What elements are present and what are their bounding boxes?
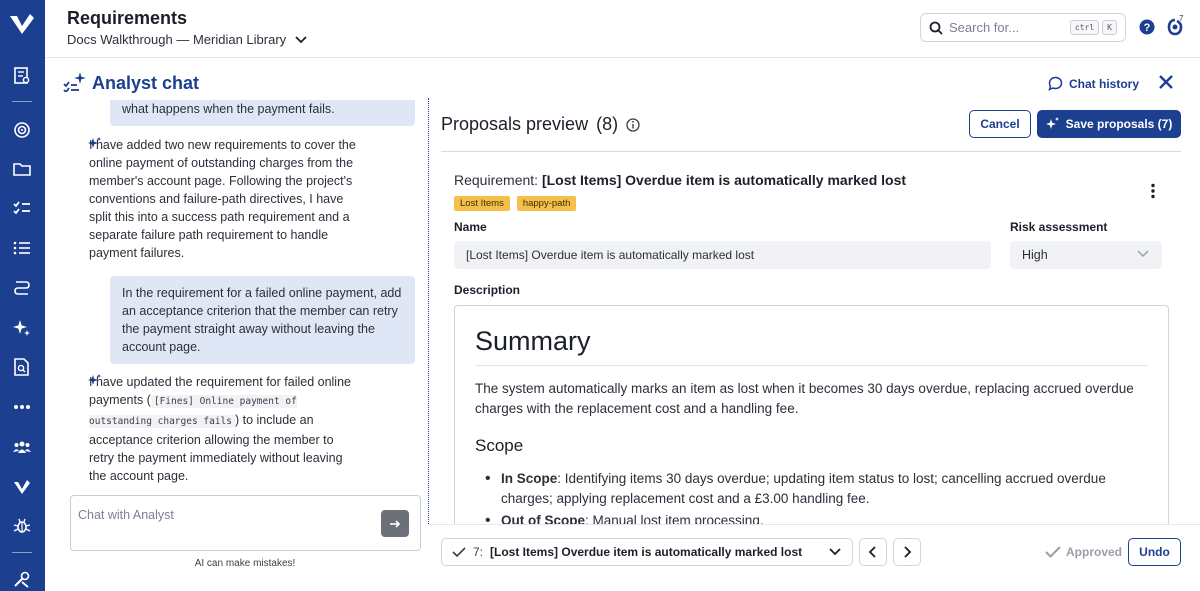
folder-icon[interactable] [12,159,32,179]
tag: Lost Items [454,196,510,211]
description-editor[interactable]: Summary The system automatically marks a… [454,305,1169,535]
next-button[interactable] [893,538,921,566]
rail-divider [12,552,32,553]
assistant-message: I have added two new requirements to cov… [89,136,357,262]
arrow-right-icon [390,519,401,528]
chat-input[interactable]: Chat with Analyst [70,495,421,551]
brand-icon[interactable] [12,477,32,497]
analyst-sparkle-icon [63,72,87,97]
bug-icon[interactable] [12,516,32,536]
document-search-icon[interactable] [12,357,32,377]
proposals-count: (8) [596,114,619,134]
chevron-right-icon [904,546,912,558]
help-icon[interactable]: ? [1139,19,1155,40]
header-divider [441,151,1181,152]
user-message-text: what happens when the payment fails. [122,102,335,116]
app-logo-icon[interactable] [8,12,36,36]
notifications-icon[interactable]: 7 [1167,14,1183,41]
analyst-title: Analyst chat [92,73,200,93]
assistant-message: I have updated the requirement for faile… [89,373,357,485]
project-name: Docs Walkthrough — Meridian Library [67,32,287,47]
search-placeholder: Search for... [949,20,1020,35]
approved-label: Approved [1066,545,1123,559]
target-icon[interactable] [12,120,32,140]
send-button[interactable] [381,510,409,537]
flow-icon[interactable] [12,278,32,298]
project-selector[interactable]: Docs Walkthrough — Meridian Library [67,32,308,47]
cancel-button[interactable]: Cancel [969,110,1031,138]
search-box[interactable]: Search for... ctrl K [920,13,1126,42]
chevron-left-icon [868,546,876,558]
description-rule [475,365,1148,366]
user-message: In the requirement for a failed online p… [110,276,415,364]
description-heading: Summary [475,326,591,356]
chevron-down-icon [1137,250,1149,258]
panel-divider [428,98,429,578]
save-proposals-button[interactable]: Save proposals (7) [1037,110,1181,138]
page-title: Requirements [67,8,188,28]
chat-bubble-icon [1048,76,1063,91]
svg-text:?: ? [1144,22,1151,34]
team-icon[interactable] [12,437,32,457]
notification-count: 7 [1179,14,1184,23]
proposal-selector[interactable]: 7: [Lost Items] Overdue item is automati… [441,538,853,566]
scope-item-text: : Identifying items 30 days overdue; upd… [501,471,1106,506]
checklist-icon[interactable] [12,198,32,218]
sparkle-icon [1045,117,1059,129]
risk-value: High [1022,248,1048,262]
more-options-icon[interactable] [1150,183,1156,204]
proposal-navigation: 7: [Lost Items] Overdue item is automati… [428,524,1200,591]
sparkle-icon[interactable] [12,318,32,338]
shortcut-k: K [1102,20,1117,35]
save-proposals-label: Save proposals (7) [1065,117,1173,131]
chat-history-button[interactable]: Chat history [1048,76,1139,91]
scope-heading: Scope [475,436,524,455]
proposal-selected-title: [Lost Items] Overdue item is automatical… [490,545,803,559]
requirements-icon[interactable] [12,66,32,86]
top-bar: Requirements Docs Walkthrough — Meridian… [45,0,1200,58]
user-message-text: In the requirement for a failed online p… [122,286,402,354]
proposals-title: Proposals preview (8) [441,114,640,135]
analyst-header: Analyst chat Chat history [45,58,1200,102]
tag: happy-path [516,196,577,211]
chat-transcript[interactable]: what happens when the payment fails. I h… [45,100,428,495]
scope-item-label: In Scope [501,471,558,486]
previous-button[interactable] [859,538,887,566]
ai-disclaimer: AI can make mistakes! [194,558,296,569]
shortcut-ctrl: ctrl [1069,20,1100,35]
more-icon[interactable] [12,397,32,417]
requirement-prefix: Requirement: [454,172,539,188]
search-icon [929,21,943,35]
requirement-heading: Requirement: [Lost Items] Overdue item i… [454,172,906,188]
description-label: Description [454,283,521,297]
user-message: what happens when the payment fails. [110,100,415,126]
requirement-title: [Lost Items] Overdue item is automatical… [541,172,907,188]
risk-select[interactable]: High [1010,241,1162,269]
tag-list: Lost Items happy-path [454,196,577,211]
rail-divider [12,101,32,102]
proposals-title-text: Proposals preview [441,114,589,134]
name-field[interactable]: [Lost Items] Overdue item is automatical… [454,241,991,269]
name-label: Name [454,220,487,234]
tools-icon[interactable] [12,569,32,589]
description-paragraph: The system automatically marks an item a… [475,381,1134,416]
risk-label: Risk assessment [1010,220,1108,234]
chevron-down-icon [829,548,841,556]
info-icon[interactable] [626,117,640,132]
check-icon [452,547,466,558]
scope-item: In Scope: Identifying items 30 days over… [483,469,1143,508]
check-icon [1045,546,1061,558]
proposal-index: 7: [473,545,484,559]
chat-history-label: Chat history [1069,76,1140,91]
list-icon[interactable] [12,238,32,258]
undo-button[interactable]: Undo [1128,538,1181,566]
close-icon[interactable] [1157,73,1175,96]
left-rail [0,0,45,591]
assistant-message-text: I have added two new requirements to cov… [89,138,356,260]
chevron-down-icon [295,35,307,43]
approved-status: Approved [1045,545,1122,559]
chat-input-placeholder: Chat with Analyst [78,508,174,522]
